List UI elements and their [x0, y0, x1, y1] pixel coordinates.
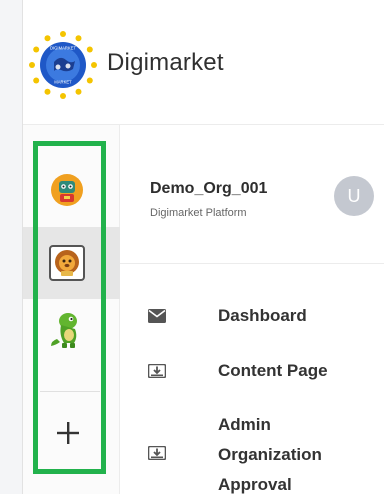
nav-item-content-page[interactable]: Content Page: [120, 355, 384, 387]
nav-label: Dashboard: [218, 306, 307, 325]
organization-name: Demo_Org_001: [150, 180, 268, 197]
logo-text-bottom: MARKET: [54, 80, 72, 85]
brand-name: Digimarket: [107, 49, 224, 76]
logo-text-top: DIGIMARKET: [50, 46, 76, 51]
content-divider: [120, 263, 384, 264]
avatar-initial: U: [347, 185, 361, 206]
nav-item-dashboard[interactable]: Dashboard: [120, 300, 384, 332]
eu-stars-globe-logo-icon[interactable]: DIGIMARKET MARKET: [28, 30, 98, 100]
nav-label-line-2: Organization: [218, 445, 322, 464]
organization-platform: Digimarket Platform: [150, 207, 247, 219]
window-left-edge: [0, 0, 22, 494]
download-box-icon: [148, 446, 166, 460]
org-switcher-highlight-frame: [33, 141, 106, 474]
nav-label: Content Page: [218, 361, 328, 380]
nav-label-line-1: Admin: [218, 415, 271, 434]
nav-label-line-3: Approval: [218, 475, 292, 494]
user-avatar[interactable]: U: [334, 176, 374, 216]
nav-item-admin-organization-approval[interactable]: Admin Organization Approval: [120, 410, 384, 494]
envelope-icon: [148, 309, 166, 323]
download-box-icon: [148, 364, 166, 378]
